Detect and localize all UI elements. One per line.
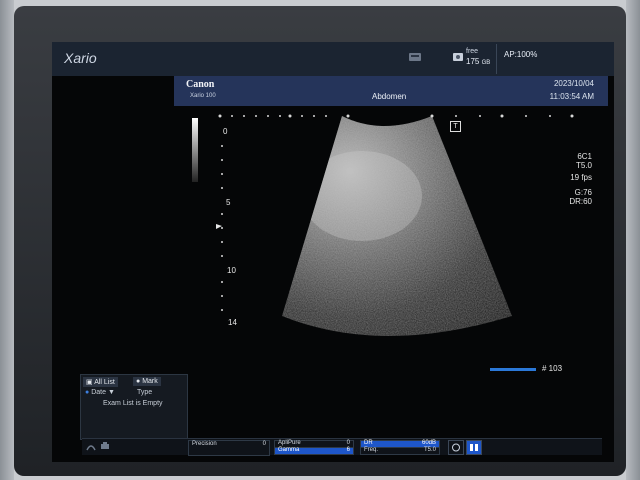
mark-icon: ● [136, 378, 141, 385]
imaging-parameters: 6C1 T5.0 19 fps G:76 DR:60 [569, 152, 592, 206]
depth-label-5: 5 [226, 198, 231, 207]
ultrasound-image-area[interactable]: T 0 5 10 14 6C1 T5.0 19 fps G:76 DR:60 [52, 106, 614, 376]
exam-list-panel: ▣ All List ● Mark ● Date ▼ Type Exam Lis… [80, 374, 188, 440]
status-bar: Precision 0 ApliPure 0 Gamma 6 DR 60dB F… [82, 438, 602, 456]
dual-view-icon [470, 444, 478, 451]
topbar-divider [496, 44, 497, 74]
disk-free-label: free [466, 48, 479, 55]
exam-time: 11:03:54 AM [549, 92, 594, 101]
frame-rate: 19 fps [570, 173, 592, 182]
depth-label-14: 14 [228, 318, 237, 327]
gain-value: G:76 [574, 188, 592, 197]
left-device-frame [0, 0, 14, 480]
depth-scale [216, 145, 223, 311]
monitor-bezel: Xario free 175 GB AP:100% Canon Xario 10… [14, 6, 626, 476]
exam-date: 2023/10/04 [553, 79, 594, 88]
transmit-frequency: T5.0 [575, 161, 592, 170]
printer-icon[interactable] [100, 441, 110, 451]
cine-progress-bar[interactable] [490, 368, 536, 371]
model-name: Xario 100 [190, 93, 216, 99]
empty-list-message: Exam List is Empty [103, 400, 163, 407]
record-icon [452, 443, 460, 452]
probe-icon[interactable] [86, 441, 96, 451]
gamma-control[interactable]: Gamma 6 [274, 447, 354, 455]
focus-marker: T [450, 121, 461, 132]
column-date[interactable]: ● Date ▼ [85, 389, 115, 396]
precision-control[interactable]: Precision 0 [188, 440, 270, 456]
tab-all-list[interactable]: ▣ All List [83, 377, 118, 387]
tab-mark[interactable]: ● Mark [133, 377, 161, 386]
depth-label-0: 0 [223, 127, 228, 136]
list-icon: ▣ [86, 379, 93, 386]
sort-dot-icon: ● [85, 389, 90, 396]
ultrasound-screen: Xario free 175 GB AP:100% Canon Xario 10… [52, 42, 614, 462]
record-button[interactable] [448, 440, 464, 455]
info-banner: Canon Xario 100 Abdomen 2023/10/04 11:03… [174, 76, 608, 106]
app-title: Xario [64, 50, 97, 66]
frame-number: # 103 [542, 364, 563, 373]
top-bar: Xario free 175 GB AP:100% [52, 42, 614, 76]
column-type[interactable]: Type [137, 389, 152, 396]
sort-down-icon: ▼ [107, 389, 115, 396]
exam-type: Abdomen [372, 92, 407, 101]
ultrasound-sector-image [216, 114, 574, 336]
right-device-frame [626, 0, 640, 480]
storage-device-icon [409, 53, 421, 61]
disk-free-value: 175 GB [466, 57, 491, 66]
brand-logo: Canon [186, 79, 215, 90]
probe-name: 6C1 [577, 152, 592, 161]
dynamic-range-value: DR:60 [569, 197, 592, 206]
frequency-control[interactable]: Freq. T5.0 [360, 447, 440, 455]
acoustic-power-label: AP:100% [504, 50, 538, 59]
grayscale-bar [192, 118, 198, 182]
depth-label-10: 10 [227, 266, 236, 275]
lateral-scale [218, 114, 574, 118]
dual-layout-button[interactable] [466, 440, 482, 455]
hard-disk-icon [453, 53, 463, 61]
